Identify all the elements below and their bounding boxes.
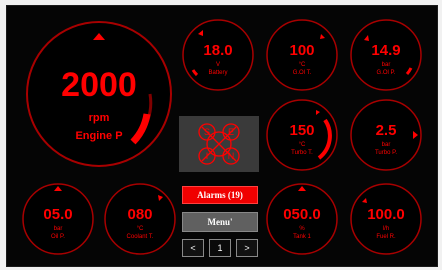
gauge-label: Turbo T. — [291, 150, 313, 156]
gauge-label: Battery — [208, 70, 227, 76]
next-page-button[interactable]: > — [236, 239, 258, 257]
gauge-value: 14.9 — [371, 42, 400, 59]
gauge-unit: °C — [299, 142, 306, 148]
gauge-value: 150 — [289, 122, 314, 139]
gauge-value: 050.0 — [283, 206, 321, 223]
logo-letter: E — [228, 127, 234, 137]
gauge-battery[interactable]: 18.0 V Battery — [181, 18, 255, 92]
gauge-label: G.Ol P. — [377, 70, 396, 76]
gauge-label: Turbo P. — [375, 150, 397, 156]
gauge-label: G.Ol T. — [293, 70, 312, 76]
gauge-tank-1[interactable]: 050.0 % Tank 1 — [265, 182, 339, 256]
menu-button[interactable]: Menu' — [182, 212, 258, 232]
gauge-oil-p[interactable]: 05.0 bar Oil P. — [21, 182, 95, 256]
gauge-fuel-r[interactable]: 100.0 l/h Fuel R. — [349, 182, 423, 256]
gauge-value: 100.0 — [367, 206, 405, 223]
logo-letter: S — [204, 127, 210, 137]
logo-letter: I — [206, 151, 209, 161]
gauge-label: Coolant T. — [127, 234, 154, 240]
gauge-unit: bar — [382, 62, 391, 68]
gauge-value: 05.0 — [43, 206, 72, 223]
gauge-label: Tank 1 — [293, 234, 311, 240]
prev-page-button[interactable]: < — [182, 239, 204, 257]
sein-logo: S E I N — [179, 116, 259, 172]
logo-letter: N — [228, 151, 235, 161]
gauge-label: Fuel R. — [376, 234, 396, 240]
gauge-value: 100 — [289, 42, 314, 59]
alarms-button[interactable]: Alarms (19) — [182, 186, 258, 204]
gauge-value: 2000 — [61, 66, 137, 104]
gauge-value: 080 — [127, 206, 152, 223]
gauge-unit: °C — [299, 62, 306, 68]
gauge-turbo-p[interactable]: 2.5 bar Turbo P. — [349, 98, 423, 172]
dashboard-screen: 2000 rpm Engine P 18.0 V Battery 100 °C … — [6, 5, 438, 267]
gauge-label: Engine P — [75, 130, 122, 142]
gauge-unit: l/h — [383, 226, 389, 232]
gauge-unit: V — [216, 62, 220, 68]
gauge-gob-p[interactable]: 14.9 bar G.Ol P. — [349, 18, 423, 92]
page-number: 1 — [209, 239, 231, 257]
gauge-turbo-t[interactable]: 150 °C Turbo T. — [265, 98, 339, 172]
gauge-coolant-t[interactable]: 080 °C Coolant T. — [103, 182, 177, 256]
gauge-unit: bar — [54, 226, 63, 232]
gauge-unit: rpm — [89, 112, 110, 124]
gauge-value: 2.5 — [376, 122, 397, 139]
gauge-value: 18.0 — [203, 42, 232, 59]
gauge-rpm[interactable]: 2000 rpm Engine P — [23, 18, 175, 170]
gauge-unit: °C — [137, 226, 144, 232]
gauge-label: Oil P. — [51, 234, 65, 240]
gauge-unit: % — [299, 226, 305, 232]
gauge-unit: bar — [382, 142, 391, 148]
gauge-gob-t[interactable]: 100 °C G.Ol T. — [265, 18, 339, 92]
